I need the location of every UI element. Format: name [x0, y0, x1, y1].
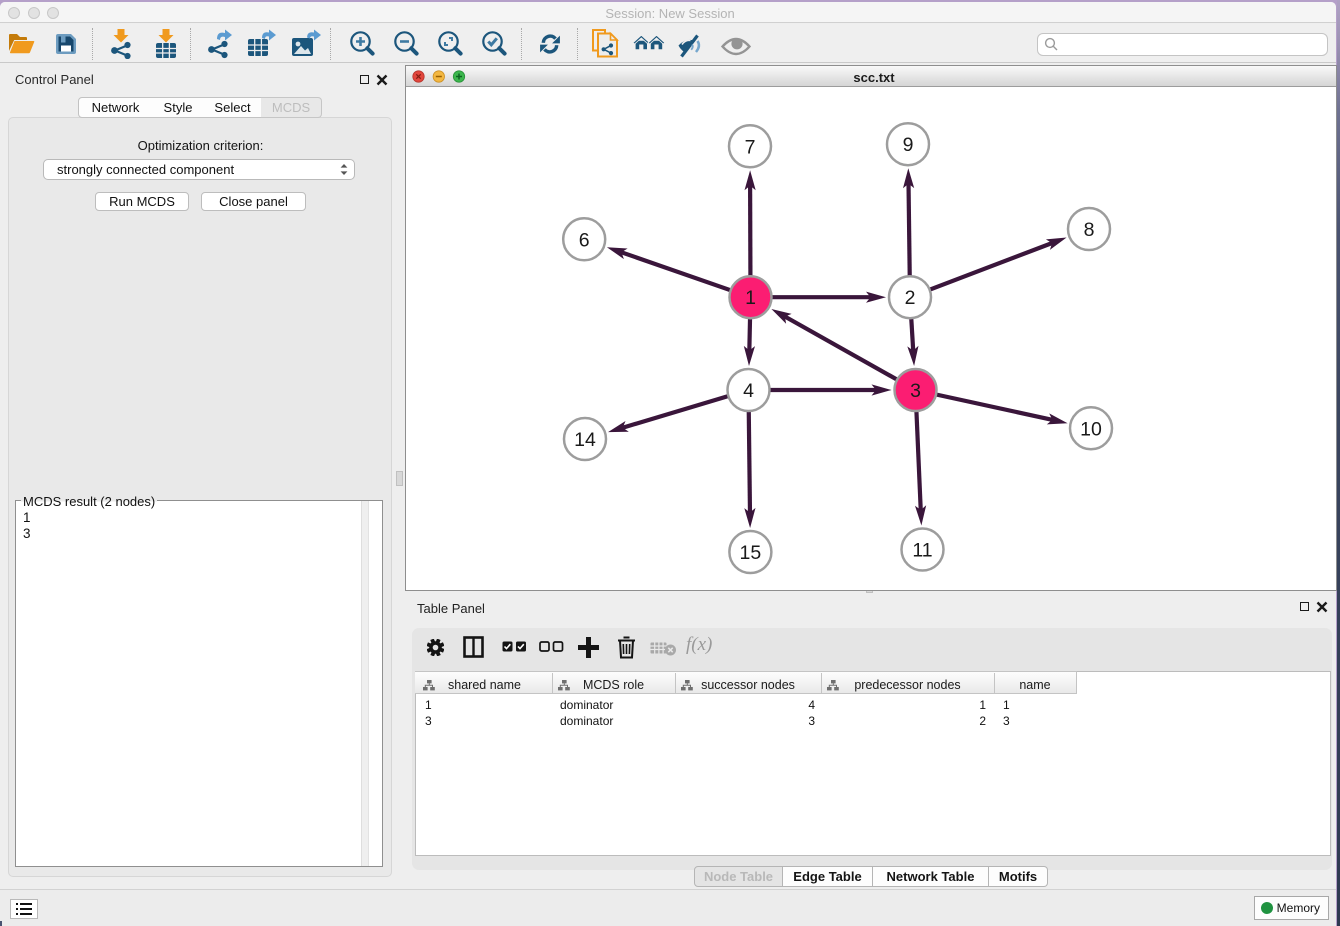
svg-text:4: 4	[743, 380, 754, 402]
svg-text:14: 14	[574, 429, 596, 451]
svg-text:3: 3	[910, 380, 921, 402]
svg-text:11: 11	[912, 540, 932, 562]
svg-text:9: 9	[903, 134, 914, 156]
svg-text:6: 6	[579, 229, 590, 251]
svg-text:10: 10	[1080, 418, 1102, 440]
svg-text:15: 15	[740, 542, 762, 564]
svg-text:8: 8	[1084, 219, 1095, 241]
svg-text:7: 7	[745, 136, 756, 158]
svg-text:1: 1	[745, 287, 756, 309]
svg-text:2: 2	[905, 287, 916, 309]
